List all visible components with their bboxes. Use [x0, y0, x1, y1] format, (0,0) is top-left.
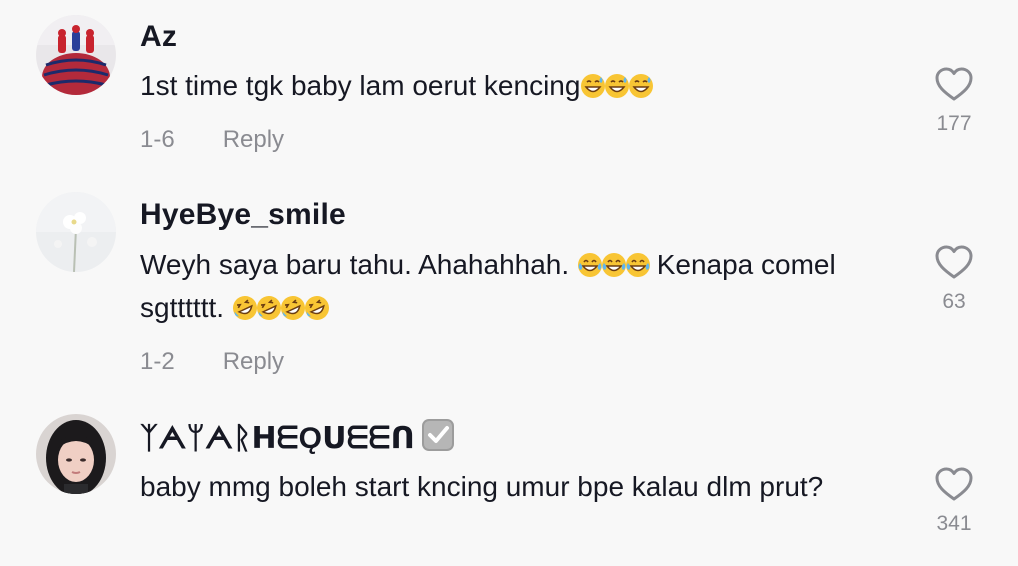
emoji-group [580, 70, 654, 101]
like-count: 177 [936, 112, 972, 135]
reply-button[interactable]: Reply [223, 348, 284, 375]
comment-text: Weyh saya baru tahu. Ahahahhah. Kenapa c… [140, 243, 880, 329]
like-count: 63 [942, 290, 966, 313]
reply-button[interactable]: Reply [223, 126, 284, 153]
avatar[interactable] [36, 192, 116, 272]
avatar[interactable] [36, 414, 116, 494]
rolling-laughing-emoji-icon [280, 296, 305, 320]
comment-meta: 1-6 Reply [140, 126, 284, 154]
tears-of-joy-emoji-icon [601, 253, 626, 277]
comment-date: 1-2 [140, 348, 175, 375]
comment-text-content: Weyh saya baru tahu. Ahahahhah. [140, 249, 570, 280]
emoji-group [232, 292, 329, 323]
like-control: 341 [924, 466, 984, 536]
comment-text-content: 1st time tgk baby lam oerut kencing [140, 70, 581, 101]
flower-avatar-icon [36, 192, 116, 272]
girl-avatar-icon [36, 414, 116, 494]
tears-of-joy-emoji-icon [577, 253, 602, 277]
username[interactable]: ᛉᗅᛘᗅᚱᕼᗴǪᑌᗴᗴᑎ [140, 418, 455, 456]
comment-text: 1st time tgk baby lam oerut kencing [140, 64, 880, 107]
comment-text: baby mmg boleh start kncing umur bpe kal… [140, 465, 860, 508]
like-control: 177 [924, 66, 984, 136]
heart-icon[interactable] [934, 466, 974, 502]
tears-of-joy-emoji-icon [625, 253, 650, 277]
spiderman-cake-avatar-icon [36, 15, 116, 95]
emoji-group [577, 249, 650, 280]
rolling-laughing-emoji-icon [256, 296, 281, 320]
username-text: ᛉᗅᛘᗅᚱᕼᗴǪᑌᗴᗴᑎ [140, 422, 416, 455]
comment-text-content: baby mmg boleh start kncing umur bpe kal… [140, 471, 824, 502]
heart-icon[interactable] [934, 66, 974, 102]
like-count: 341 [936, 512, 972, 535]
like-control: 63 [924, 244, 984, 314]
comment-date: 1-6 [140, 126, 175, 153]
grinning-sweat-emoji-icon [581, 74, 606, 98]
rolling-laughing-emoji-icon [304, 296, 329, 320]
grinning-sweat-emoji-icon [629, 74, 654, 98]
avatar[interactable] [36, 15, 116, 95]
comment-meta: 1-2 Reply [140, 348, 284, 376]
heart-icon[interactable] [934, 244, 974, 280]
username[interactable]: HyeBye_smile [140, 198, 346, 232]
check-box-icon [422, 419, 455, 451]
grinning-sweat-emoji-icon [605, 74, 630, 98]
rolling-laughing-emoji-icon [232, 296, 257, 320]
username[interactable]: Az [140, 20, 177, 54]
